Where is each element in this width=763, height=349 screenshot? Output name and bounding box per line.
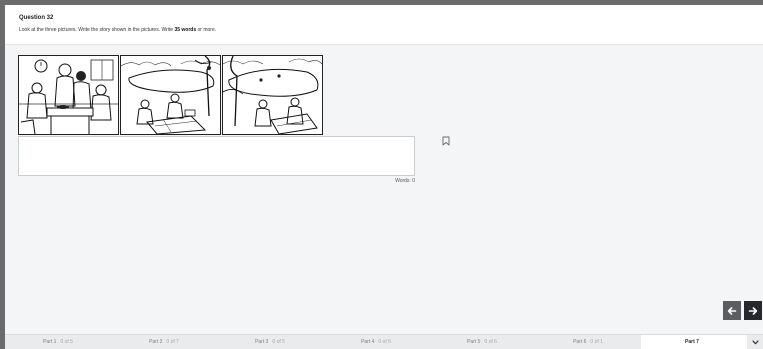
arrow-left-icon: [727, 306, 737, 315]
part-progress: 0 of 6: [378, 339, 391, 345]
chevron-down-icon: [751, 339, 759, 344]
bookmark-icon[interactable]: [442, 133, 450, 146]
part-label: Part 4: [361, 339, 375, 345]
part-label: Part 1: [43, 339, 57, 345]
part-tab-7[interactable]: Part 7: [641, 335, 747, 349]
part-tab-5[interactable]: Part 50 of 6: [429, 335, 535, 349]
part-label: Part 7: [685, 339, 699, 345]
part-progress: 0 of 5: [272, 339, 285, 345]
question-header: Question 32 Look at the three pictures. …: [5, 5, 763, 45]
answer-textarea[interactable]: [18, 136, 415, 176]
instruction-text-start: Look at the three pictures. Write the st…: [19, 27, 175, 33]
part-tab-2[interactable]: Part 20 of 7: [111, 335, 217, 349]
next-button[interactable]: [744, 301, 762, 320]
part-label: Part 3: [255, 339, 269, 345]
part-progress: 0 of 6: [484, 339, 497, 345]
part-tab-3[interactable]: Part 30 of 5: [217, 335, 323, 349]
part-label: Part 2: [149, 339, 163, 345]
part-progress: 0 of 1: [590, 339, 603, 345]
story-picture-3: [222, 55, 323, 135]
parts-navigation: Part 10 of 5 Part 20 of 7 Part 30 of 5 P…: [5, 334, 763, 349]
question-title: Question 32: [19, 15, 54, 21]
part-tab-4[interactable]: Part 40 of 6: [323, 335, 429, 349]
collapse-parts-button[interactable]: [747, 335, 763, 349]
part-label: Part 6: [573, 339, 587, 345]
story-pictures: [18, 55, 323, 135]
part-label: Part 5: [467, 339, 481, 345]
story-picture-1: [18, 55, 119, 135]
part-progress: 0 of 5: [60, 339, 73, 345]
word-count: Words: 0: [395, 178, 415, 184]
part-progress: 0 of 7: [166, 339, 179, 345]
arrow-right-icon: [748, 306, 758, 315]
part-tab-1[interactable]: Part 10 of 5: [5, 335, 111, 349]
part-tab-6[interactable]: Part 60 of 1: [535, 335, 641, 349]
question-instruction: Look at the three pictures. Write the st…: [19, 27, 216, 33]
previous-button[interactable]: [723, 301, 741, 320]
instruction-text-end: or more.: [196, 27, 217, 33]
story-picture-2: [120, 55, 221, 135]
instruction-word-count: 35 words: [174, 27, 197, 33]
